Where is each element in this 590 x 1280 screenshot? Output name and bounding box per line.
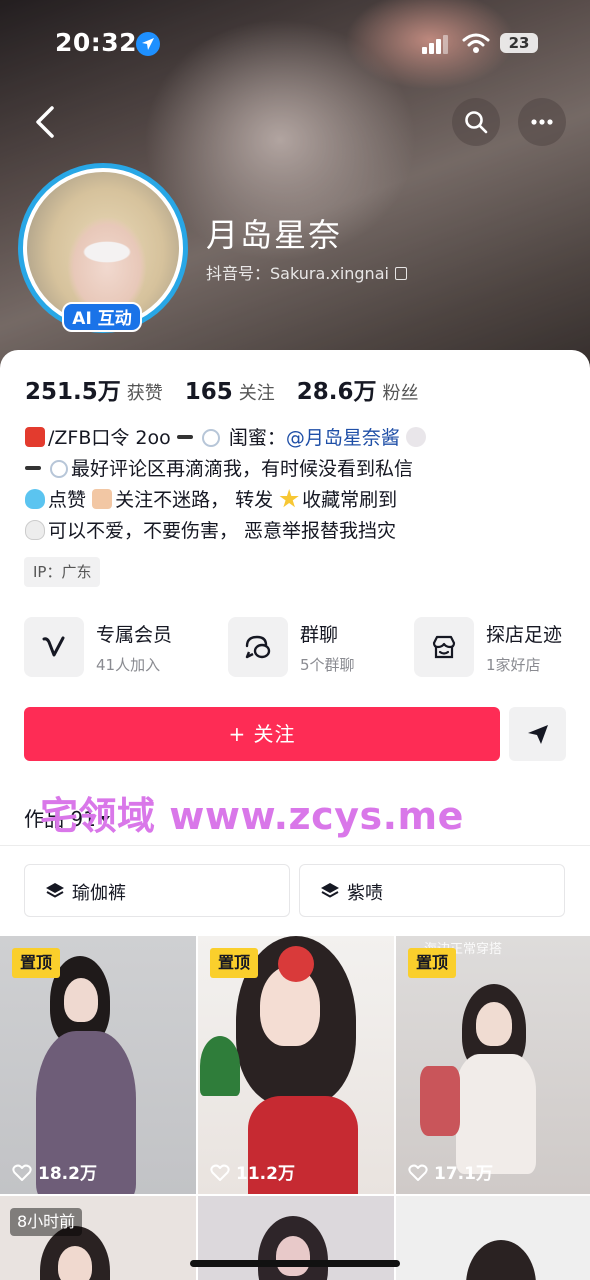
store-icon xyxy=(414,617,474,677)
bio-line-3: 点赞 关注不迷路， 转发 收藏常刷到 xyxy=(25,485,575,516)
heart-outline-icon xyxy=(210,1164,230,1181)
thumbnail-image xyxy=(198,1196,394,1280)
like-count: 18.2万 xyxy=(12,1159,97,1184)
collection-label: 瑜伽裤 xyxy=(72,883,126,904)
stat-likes[interactable]: 251.5万 获赞 xyxy=(25,372,163,406)
pinned-badge: 置顶 xyxy=(12,948,61,978)
video-thumbnail[interactable]: 置顶 18.2万 xyxy=(0,936,196,1194)
white-heart-icon xyxy=(25,520,45,540)
profile-name: 月岛星奈 xyxy=(206,216,343,254)
stat-value: 251.5万 xyxy=(25,379,121,405)
video-thumbnail[interactable]: 8小时前 xyxy=(0,1196,196,1280)
heart-outline-icon xyxy=(408,1164,428,1181)
follow-button[interactable]: + 关注 xyxy=(24,707,500,761)
feature-title: 专属会员 xyxy=(96,624,173,646)
stat-label: 关注 xyxy=(238,383,275,404)
feature-subtitle: 1家好店 xyxy=(486,656,541,674)
v-logo-icon xyxy=(24,617,84,677)
heart-outline-icon xyxy=(12,1164,32,1181)
video-thumbnail[interactable]: 置顶 11.2万 xyxy=(198,936,394,1194)
stat-value: 28.6万 xyxy=(296,379,377,405)
collection-yoga-pants[interactable]: 瑜伽裤 xyxy=(24,864,290,917)
copy-icon[interactable] xyxy=(394,267,407,280)
back-arrow-icon[interactable] xyxy=(28,102,64,142)
layers-icon xyxy=(321,883,339,898)
account-id: 抖音号：Sakura.xingnai xyxy=(206,264,389,283)
divider xyxy=(0,845,590,846)
red-envelope-icon xyxy=(25,427,45,447)
account-id-row[interactable]: 抖音号：Sakura.xingnai xyxy=(206,260,407,284)
bio-line-4: 可以不爱，不要伤害， 恶意举报替我挡灾 xyxy=(25,516,575,547)
stat-following[interactable]: 165 关注 xyxy=(185,379,275,405)
plus-emoji-icon xyxy=(25,466,41,470)
more-dots-icon xyxy=(531,119,553,125)
thumbnail-image xyxy=(396,1196,590,1280)
layers-icon xyxy=(46,883,64,898)
stat-followers[interactable]: 28.6万 粉丝 xyxy=(297,372,419,406)
feature-membership[interactable]: 专属会员 41人加入 xyxy=(24,617,204,677)
mention-link[interactable]: @月岛星奈酱 xyxy=(286,427,400,449)
rabbit-emoji-icon xyxy=(405,427,426,447)
search-icon xyxy=(465,111,488,134)
send-arrow-icon xyxy=(528,725,548,744)
feature-store-visits[interactable]: 探店足迹 1家好店 xyxy=(414,617,574,677)
share-button[interactable] xyxy=(509,707,566,761)
feature-title: 群聊 xyxy=(300,624,339,646)
feature-subtitle: 5个群聊 xyxy=(300,656,355,674)
like-count: 11.2万 xyxy=(210,1159,295,1184)
stat-label: 粉丝 xyxy=(382,383,419,404)
cellular-signal-icon xyxy=(422,34,448,54)
profile-stats: 251.5万 获赞 165 关注 28.6万 粉丝 xyxy=(25,372,419,406)
collection-purple[interactable]: 紫啧 xyxy=(299,864,565,917)
watermark-text: 宅领域 www.zcys.me xyxy=(40,794,464,838)
status-bar: 20:32 23 xyxy=(0,28,590,62)
video-thumbnail[interactable]: 海边正常穿搭 置顶 17.1万 xyxy=(396,936,590,1194)
blue-heart-icon xyxy=(25,489,45,509)
ring-emoji-icon xyxy=(201,429,220,447)
video-thumbnail[interactable] xyxy=(396,1196,590,1280)
feature-group-chat[interactable]: 群聊 5个群聊 xyxy=(228,617,398,677)
plus-emoji-icon xyxy=(176,435,193,439)
stat-label: 获赞 xyxy=(126,383,163,404)
profile-bio: /ZFB口令 2oo 闺蜜：@月岛星奈酱 最好评论区再滴滴我，有时候没看到私信 … xyxy=(25,423,575,547)
home-indicator[interactable] xyxy=(190,1260,400,1267)
pinned-badge: 置顶 xyxy=(408,948,457,978)
wifi-icon xyxy=(462,33,490,53)
search-button[interactable] xyxy=(452,98,500,146)
location-arrow-icon xyxy=(136,32,160,56)
feature-title: 探店足迹 xyxy=(486,624,563,646)
ring-emoji-icon xyxy=(50,460,69,478)
more-button[interactable] xyxy=(518,98,566,146)
thumbs-up-icon xyxy=(92,489,113,509)
ai-interact-badge[interactable]: AI 互动 xyxy=(62,302,142,332)
star-icon xyxy=(279,489,299,508)
chat-bubbles-icon xyxy=(228,617,288,677)
pinned-badge: 置顶 xyxy=(210,948,259,978)
ip-location-tag: IP：广东 xyxy=(24,557,101,587)
time-ago-badge: 8小时前 xyxy=(10,1208,83,1236)
collection-label: 紫啧 xyxy=(347,883,383,904)
like-count: 17.1万 xyxy=(408,1159,493,1184)
status-time: 20:32 xyxy=(55,28,138,57)
video-thumbnail[interactable] xyxy=(198,1196,394,1280)
bio-line-2: 最好评论区再滴滴我，有时候没看到私信 xyxy=(25,454,575,485)
battery-indicator: 23 xyxy=(500,33,538,53)
bio-line-1: /ZFB口令 2oo 闺蜜：@月岛星奈酱 xyxy=(25,423,575,454)
feature-subtitle: 41人加入 xyxy=(96,656,161,674)
stat-value: 165 xyxy=(184,379,233,405)
